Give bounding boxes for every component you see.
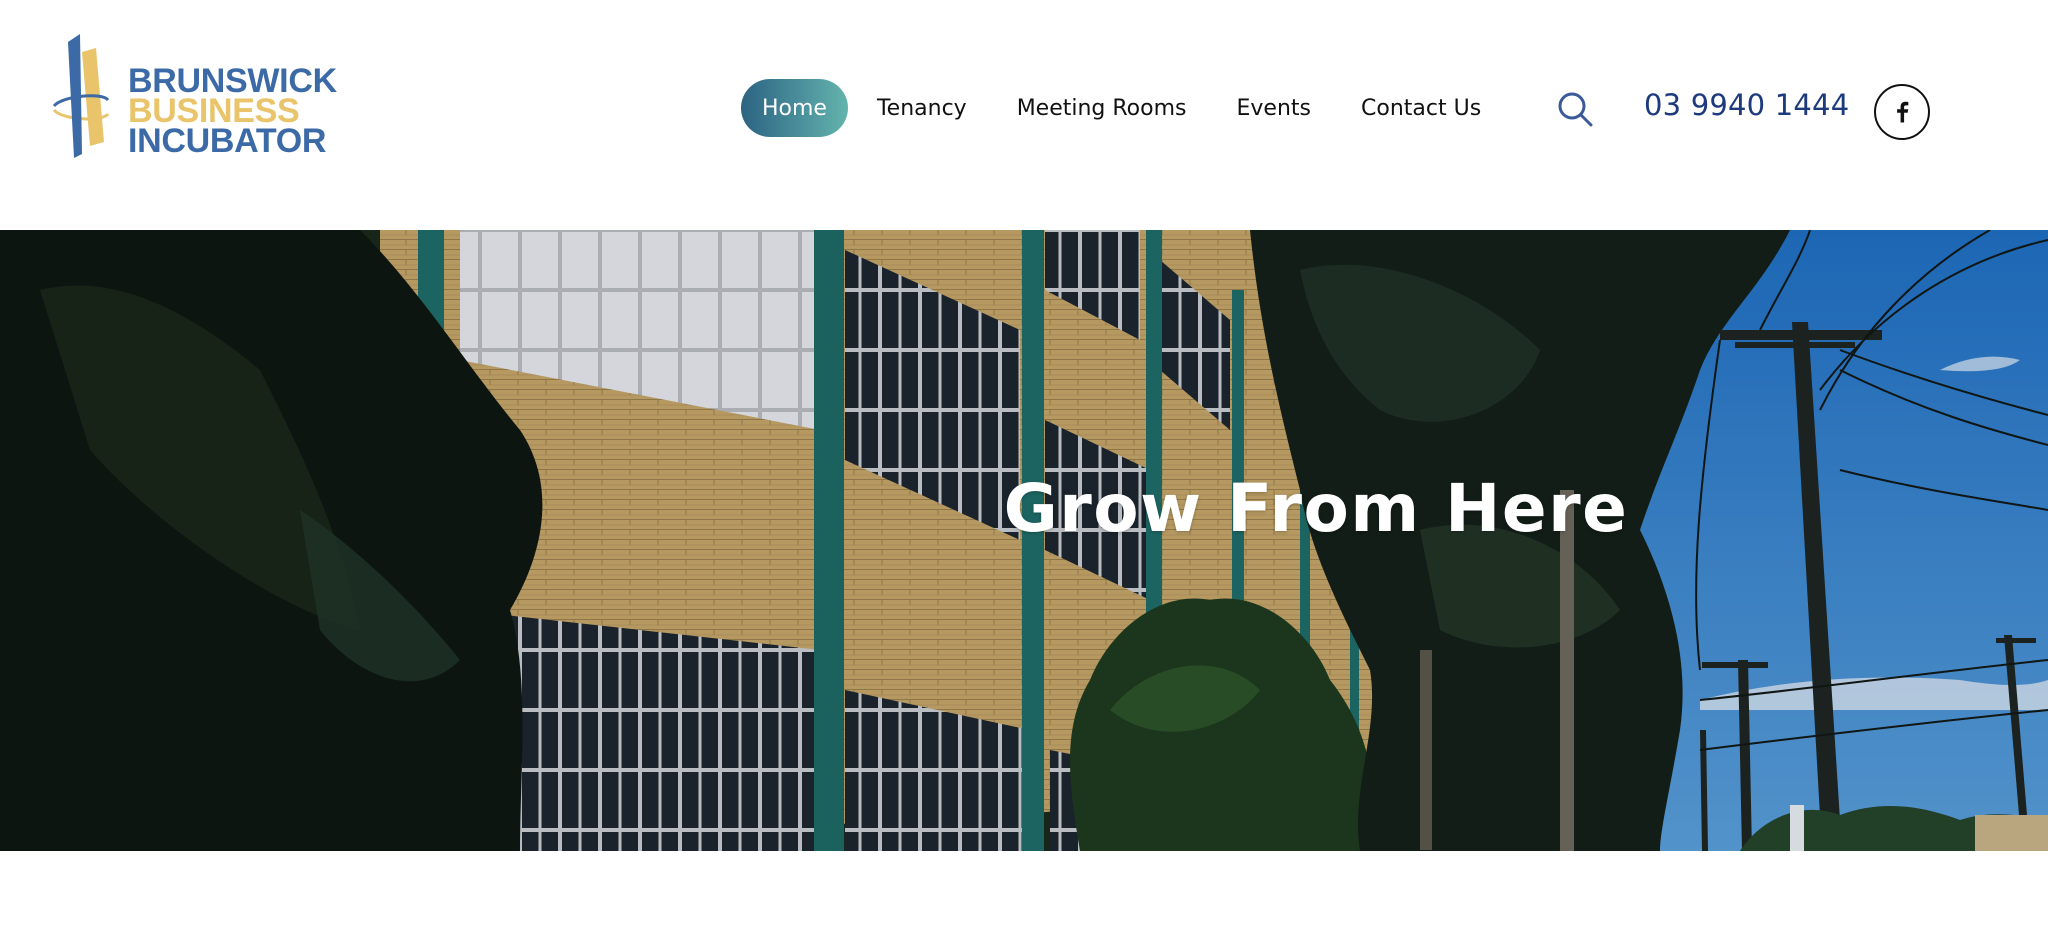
hero-banner: Grow From Here <box>0 230 2048 851</box>
site-header: BRUNSWICK BUSINESS INCUBATOR Home Tenanc… <box>0 0 2048 230</box>
phone-link[interactable]: 03 9940 1444 <box>1644 88 1849 122</box>
site-logo[interactable]: BRUNSWICK BUSINESS INCUBATOR <box>52 34 352 164</box>
facebook-icon <box>1897 101 1909 123</box>
nav-item-events[interactable]: Events <box>1216 79 1333 137</box>
facebook-button[interactable] <box>1874 84 1930 140</box>
nav-item-home[interactable]: Home <box>741 79 848 137</box>
hero-title: Grow From Here <box>1003 470 1629 547</box>
search-button[interactable] <box>1555 89 1597 131</box>
nav-item-meeting-rooms[interactable]: Meeting Rooms <box>996 79 1208 137</box>
logo-mark-icon <box>52 34 110 158</box>
search-icon <box>1558 92 1593 127</box>
nav-item-tenancy[interactable]: Tenancy <box>856 79 988 137</box>
logo-text-incubator: INCUBATOR <box>128 122 327 160</box>
main-nav: Home Tenancy Meeting Rooms Events Contac… <box>741 79 1510 137</box>
nav-item-contact-us[interactable]: Contact Us <box>1340 79 1502 137</box>
